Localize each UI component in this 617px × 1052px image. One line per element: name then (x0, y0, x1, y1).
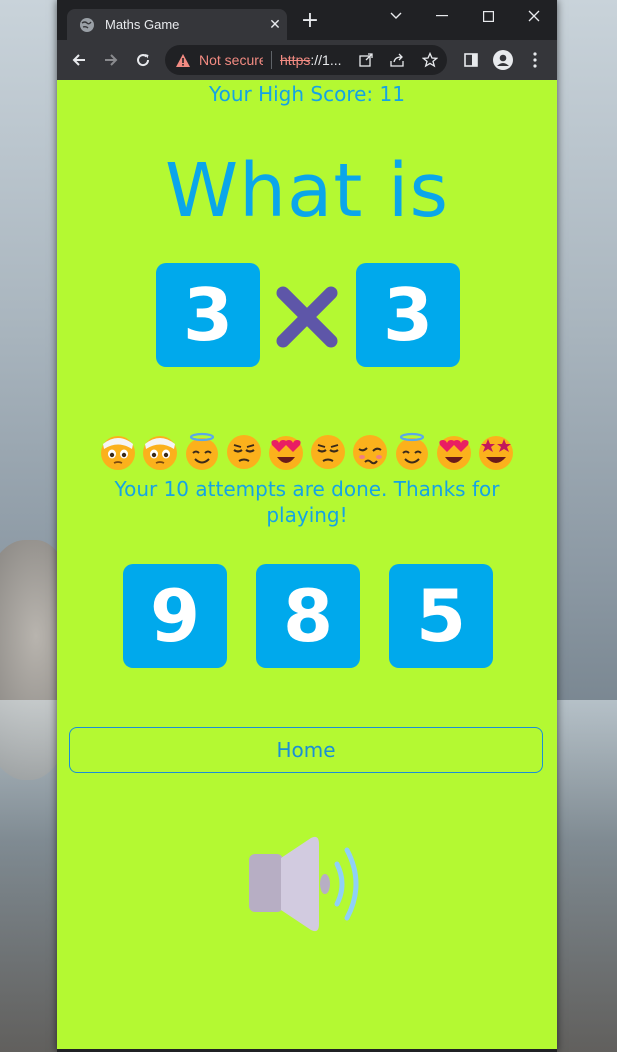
answer-choice-3[interactable]: 5 (389, 564, 493, 668)
game-page: Your High Score: 11 What is 3 3 Your 10 … (57, 80, 557, 1049)
browser-toolbar: Not secure https://1... (57, 40, 557, 80)
tab-close-icon[interactable]: ✕ (263, 17, 287, 33)
smiling-halo-icon (186, 432, 218, 470)
globe-icon (80, 17, 94, 32)
attempt-emoji-row (87, 432, 527, 472)
bandaged-face-icon (143, 436, 177, 470)
open-in-app-icon[interactable] (351, 45, 381, 75)
unamused-face-icon (311, 435, 345, 469)
new-tab-button[interactable]: + (298, 10, 322, 34)
reload-icon[interactable] (127, 44, 159, 76)
question-label: What is (164, 148, 450, 234)
side-panel-icon[interactable] (455, 44, 487, 76)
multiply-icon (276, 286, 338, 348)
url-scheme: https (280, 52, 311, 68)
close-window-icon[interactable] (511, 4, 557, 28)
browser-tab[interactable]: Maths Game ✕ (67, 9, 287, 40)
browser-window: Maths Game ✕ + Not secure https://1... Y… (57, 0, 557, 1052)
profile-avatar-icon[interactable] (487, 44, 519, 76)
tab-title: Maths Game (105, 17, 180, 32)
operand-right-tile: 3 (356, 263, 460, 367)
menu-kebab-icon[interactable] (519, 44, 551, 76)
url-text[interactable]: https://1... (280, 52, 341, 68)
warning-icon[interactable] (175, 53, 193, 68)
answer-choice-2[interactable]: 8 (256, 564, 360, 668)
address-bar[interactable]: Not secure https://1... (165, 45, 447, 75)
bookmark-star-icon[interactable] (415, 45, 445, 75)
high-score: Your High Score: 11 (209, 82, 405, 106)
maximize-icon[interactable] (465, 4, 511, 28)
smiling-halo-icon (396, 432, 428, 470)
unamused-face-icon (227, 435, 261, 469)
heart-eyes-icon (437, 436, 471, 470)
speaker-volume-icon[interactable] (247, 836, 367, 932)
omnibox-separator (271, 51, 272, 69)
heart-eyes-icon (269, 436, 303, 470)
home-button[interactable]: Home (69, 727, 543, 773)
tab-search-icon[interactable] (373, 4, 419, 28)
minimize-icon[interactable] (419, 4, 465, 28)
forward-arrow-icon[interactable] (95, 44, 127, 76)
bandaged-face-icon (101, 436, 135, 470)
back-arrow-icon[interactable] (63, 44, 95, 76)
operand-left-tile: 3 (156, 263, 260, 367)
star-struck-icon (479, 436, 513, 470)
share-icon[interactable] (383, 45, 413, 75)
title-bar: Maths Game ✕ + (57, 0, 557, 40)
answer-choice-1[interactable]: 9 (123, 564, 227, 668)
url-rest: ://1... (310, 52, 342, 68)
game-over-message: Your 10 attempts are done. Thanks for pl… (114, 477, 500, 527)
not-secure-label[interactable]: Not secure (199, 52, 263, 68)
woozy-face-icon (353, 435, 387, 469)
